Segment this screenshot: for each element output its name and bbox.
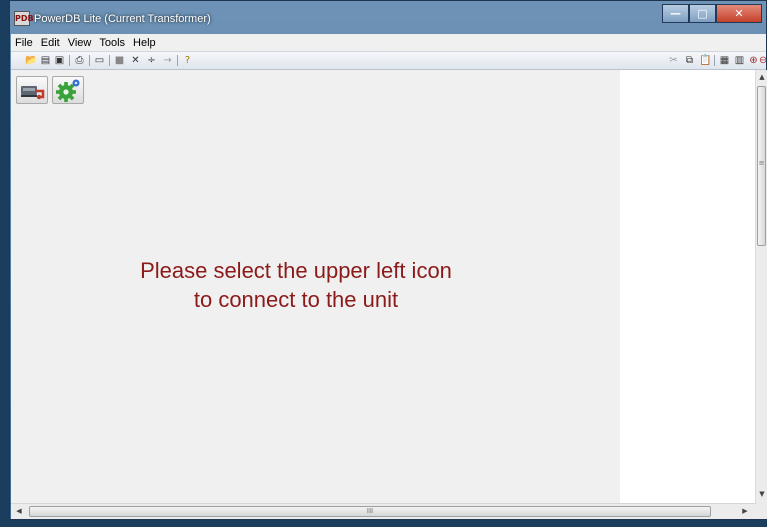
toolbar-separator (109, 55, 110, 66)
block-icon[interactable]: ■ (113, 54, 126, 67)
main-pane: Please select the upper left icon to con… (11, 70, 620, 503)
title-bar[interactable]: PDB PowerDB Lite (Current Transformer) —… (10, 1, 766, 34)
vertical-scrollbar[interactable]: ▲ ≡ ▼ (755, 70, 767, 503)
app-icon[interactable]: PDB (14, 11, 34, 26)
new-document-icon[interactable]: ▤ (39, 54, 52, 67)
connect-unit-button[interactable] (16, 76, 48, 104)
arrow-right-icon[interactable]: → (161, 54, 174, 67)
paste-icon[interactable]: 📋 (699, 54, 712, 67)
client-area: Please select the upper left icon to con… (11, 70, 766, 503)
copy-icon[interactable]: ⧉ (683, 54, 696, 67)
zoom-out-icon[interactable]: ⊖ (759, 54, 766, 67)
message-line-2: to connect to the unit (193, 287, 399, 312)
scroll-down-arrow-icon[interactable]: ▼ (756, 490, 767, 498)
toolbar: 📂 ▤ ▣ ⎙ ▭ ■ ✕ ÷ → ? ✂ ⧉ 📋 ▦ ▥ ⊕ ⊖ (11, 51, 766, 70)
menu-tools[interactable]: Tools (95, 37, 129, 49)
window-title: PowerDB Lite (Current Transformer) (34, 13, 211, 25)
message-line-1: Please select the upper left icon (140, 258, 452, 283)
connect-instruction-message: Please select the upper left icon to con… (81, 256, 511, 314)
divide-icon[interactable]: ÷ (145, 54, 158, 67)
toolbar-separator (714, 55, 715, 66)
app-window: PDB PowerDB Lite (Current Transformer) —… (9, 0, 767, 520)
toolbar-separator (69, 55, 70, 66)
minimize-button[interactable]: — (662, 4, 689, 23)
gear-icon (56, 79, 80, 102)
menu-file[interactable]: File (11, 37, 37, 49)
scroll-up-arrow-icon[interactable]: ▲ (756, 73, 767, 81)
vertical-grip-icon: ≡ (758, 159, 765, 167)
menu-edit[interactable]: Edit (37, 37, 64, 49)
toolbar-separator (89, 55, 90, 66)
table-icon[interactable]: ▦ (718, 54, 731, 67)
menu-view[interactable]: View (64, 37, 96, 49)
close-button[interactable]: ✕ (716, 4, 762, 23)
form-icon[interactable]: ▭ (93, 54, 106, 67)
print-icon[interactable]: ⎙ (73, 54, 86, 67)
horizontal-scrollbar[interactable]: ◀ III ▶ (11, 503, 756, 519)
report-icon[interactable]: ▥ (733, 54, 746, 67)
toolbar-separator (177, 55, 178, 66)
horizontal-scroll-thumb[interactable]: III (29, 506, 711, 517)
menu-help[interactable]: Help (129, 37, 160, 49)
help-key-icon[interactable]: ? (181, 54, 194, 67)
delete-icon[interactable]: ✕ (129, 54, 142, 67)
menu-bar: File Edit View Tools Help (11, 34, 766, 51)
settings-button[interactable] (52, 76, 84, 104)
save-icon[interactable]: ▣ (53, 54, 66, 67)
maximize-button[interactable]: □ (689, 4, 716, 23)
resize-grip-icon[interactable] (756, 503, 767, 519)
open-folder-icon[interactable]: 📂 (25, 54, 38, 67)
scroll-left-arrow-icon[interactable]: ◀ (13, 507, 25, 515)
scroll-right-arrow-icon[interactable]: ▶ (739, 507, 751, 515)
connect-device-icon (21, 86, 45, 100)
cut-icon[interactable]: ✂ (667, 54, 680, 67)
window-controls: — □ ✕ (662, 4, 762, 24)
vertical-scroll-thumb[interactable]: ≡ (757, 86, 766, 246)
